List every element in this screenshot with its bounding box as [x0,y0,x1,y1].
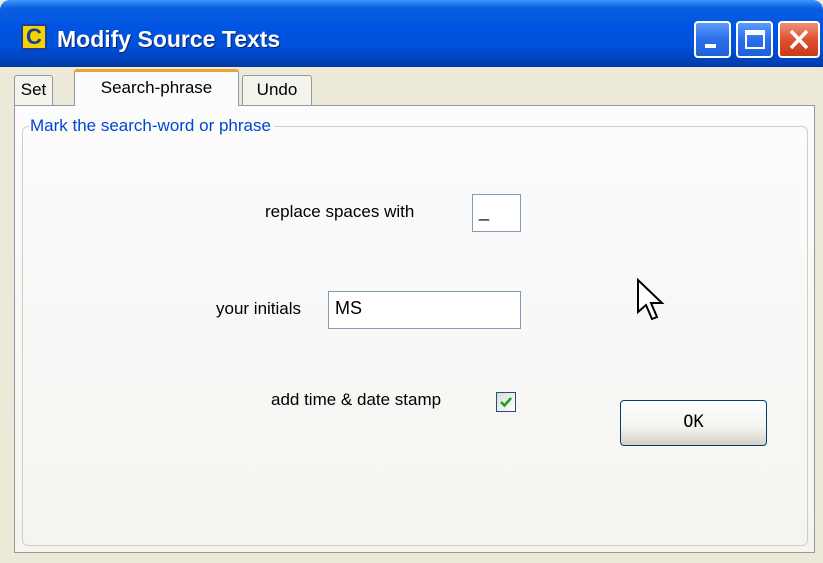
dialog-client-area: Set Undo Mark the search-word or phrase … [6,67,817,557]
tab-panel: Mark the search-word or phrase replace s… [14,105,815,553]
initials-input[interactable]: MS [328,291,521,329]
tab-undo[interactable]: Undo [242,75,312,105]
dialog-window: C Modify Source Texts Set Undo Mark the … [0,0,823,563]
checkmark-icon [500,397,512,408]
close-icon [789,29,809,50]
group-legend: Mark the search-word or phrase [29,116,274,136]
maximize-button[interactable] [736,21,773,58]
replace-spaces-label: replace spaces with [265,202,415,221]
minimize-button[interactable] [694,21,731,58]
app-icon: C [21,24,47,50]
maximize-icon [745,30,765,49]
replace-spaces-input[interactable]: _ [472,194,521,232]
mouse-cursor-icon [637,278,665,321]
timestamp-checkbox[interactable] [496,392,516,412]
minimize-icon [705,44,716,48]
search-phrase-groupbox: Mark the search-word or phrase [22,116,808,546]
timestamp-label: add time & date stamp [271,390,442,409]
window-title: Modify Source Texts [57,26,281,52]
tab-search-phrase[interactable]: Search-phrase [74,69,239,106]
ok-button[interactable]: OK [620,400,767,446]
initials-label: your initials [216,299,302,318]
close-button[interactable] [778,21,820,58]
tab-set[interactable]: Set [14,75,53,105]
title-bar[interactable]: C Modify Source Texts [0,0,823,67]
